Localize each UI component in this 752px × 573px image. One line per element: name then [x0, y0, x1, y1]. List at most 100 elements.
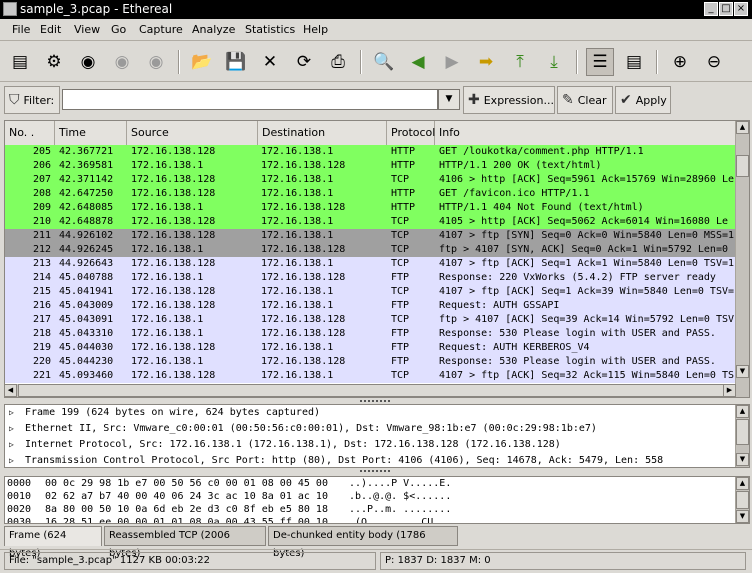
table-row[interactable]: 218 45.043310 172.16.138.1 172.16.138.128 FT…	[5, 327, 735, 341]
table-row[interactable]: 221 45.093460 172.16.138.128 172.16.138.1 TC…	[5, 369, 735, 383]
menu-view[interactable]: View	[74, 23, 100, 36]
expression-button[interactable]: ✚ Expression...	[463, 86, 555, 114]
menu-statistics[interactable]: Statistics	[245, 23, 295, 36]
hex-row[interactable]: 0030 16 28 51 ee 00 00 01 01 08 0a 00 43 …	[5, 516, 749, 523]
hscroll-thumb[interactable]	[18, 384, 724, 397]
colorize-icon[interactable]: ☰	[586, 48, 614, 76]
close-button[interactable]: ×	[734, 2, 748, 16]
tab-dechunked-body[interactable]: De-chunked entity body (1786 bytes)	[268, 526, 458, 559]
forward-arrow-icon[interactable]: ▶	[438, 48, 466, 76]
details-scrollbar[interactable]: ▲ ▼	[735, 405, 749, 467]
column-header-time[interactable]: Time	[55, 121, 127, 145]
cell-time: 45.093460	[59, 370, 114, 381]
column-header-source[interactable]: Source	[127, 121, 258, 145]
detail-row-frame[interactable]: ▷ Frame 199 (624 bytes on wire, 624 bytes…	[5, 405, 749, 421]
filter-input[interactable]	[62, 89, 438, 110]
table-row[interactable]: 212 44.926245 172.16.138.1 172.16.138.128 TC…	[5, 243, 735, 257]
open-folder-icon[interactable]: 📂	[188, 48, 216, 76]
column-header-info[interactable]: Info	[435, 121, 737, 145]
scroll-thumb[interactable]	[736, 419, 749, 445]
packet-list-hscrollbar[interactable]: ◀ ▶	[4, 384, 736, 397]
menu-edit[interactable]: Edit	[40, 23, 61, 36]
print-icon[interactable]: ⎙	[324, 48, 352, 76]
apply-button[interactable]: ✔ Apply	[615, 86, 671, 114]
table-row[interactable]: 215 45.041941 172.16.138.128 172.16.138.1 TC…	[5, 285, 735, 299]
table-row[interactable]: 208 42.647250 172.16.138.128 172.16.138.1 HT…	[5, 187, 735, 201]
scroll-up-arrow[interactable]: ▲	[736, 405, 749, 418]
goto-packet-icon[interactable]: ➡	[472, 48, 500, 76]
detail-row-tcp[interactable]: ▷ Transmission Control Protocol, Src Port…	[5, 453, 749, 467]
scroll-right-arrow[interactable]: ▶	[723, 384, 736, 397]
hex-rows: 0000 00 0c 29 98 1b e7 00 50 56 c0 00 01 …	[5, 477, 749, 523]
find-packet-icon[interactable]: 🔍	[370, 48, 398, 76]
maximize-button[interactable]: □	[719, 2, 733, 16]
zoom-out-icon[interactable]: ⊖	[700, 48, 728, 76]
menu-file[interactable]: File	[12, 23, 30, 36]
scroll-thumb[interactable]	[736, 155, 749, 177]
scroll-down-arrow[interactable]: ▼	[736, 510, 749, 523]
table-row[interactable]: 217 45.043091 172.16.138.1 172.16.138.128 TC…	[5, 313, 735, 327]
detail-row-ip[interactable]: ▷ Internet Protocol, Src: 172.16.138.1 (1…	[5, 437, 749, 453]
menu-go[interactable]: Go	[111, 23, 126, 36]
table-row[interactable]: 209 42.648085 172.16.138.1 172.16.138.128 HT…	[5, 201, 735, 215]
table-row[interactable]: 205 42.367721 172.16.138.128 172.16.138.1 HT…	[5, 145, 735, 159]
menu-help[interactable]: Help	[303, 23, 328, 36]
scroll-up-arrow[interactable]: ▲	[736, 121, 749, 134]
table-row[interactable]: 220 45.044230 172.16.138.1 172.16.138.128 FT…	[5, 355, 735, 369]
column-header-no[interactable]: No. .	[5, 121, 55, 145]
packet-list-scrollbar[interactable]: ▲ ▼	[735, 121, 749, 397]
toolbar-separator	[360, 50, 362, 74]
table-row[interactable]: 210 42.648878 172.16.138.128 172.16.138.1 TC…	[5, 215, 735, 229]
column-header-destination[interactable]: Destination	[258, 121, 387, 145]
hex-row[interactable]: 0000 00 0c 29 98 1b e7 00 50 56 c0 00 01 …	[5, 477, 749, 490]
scroll-left-arrow[interactable]: ◀	[4, 384, 17, 397]
first-packet-icon[interactable]: ⤒	[506, 48, 534, 76]
cell-protocol: HTTP	[391, 202, 416, 213]
auto-scroll-icon[interactable]: ▤	[620, 48, 648, 76]
table-row[interactable]: 206 42.369581 172.16.138.1 172.16.138.128 HT…	[5, 159, 735, 173]
table-row[interactable]: 211 44.926102 172.16.138.128 172.16.138.1 TC…	[5, 229, 735, 243]
hex-scrollbar[interactable]: ▲ ▼	[735, 477, 749, 523]
interfaces-icon[interactable]: ▤	[6, 48, 34, 76]
capture-options-icon[interactable]: ⚙	[40, 48, 68, 76]
clear-button[interactable]: ✎ Clear	[557, 86, 613, 114]
expand-arrow-icon[interactable]: ▷	[9, 453, 14, 467]
table-row[interactable]: 214 45.040788 172.16.138.1 172.16.138.128 FT…	[5, 271, 735, 285]
column-header-protocol[interactable]: Protocol	[387, 121, 435, 145]
tab-frame[interactable]: Frame (624 bytes)	[4, 526, 102, 559]
pane-splitter[interactable]	[360, 470, 390, 474]
save-icon[interactable]: 💾	[222, 48, 250, 76]
scroll-up-arrow[interactable]: ▲	[736, 477, 749, 490]
status-file: File: "sample_3.pcap" 1127 KB 00:03:22	[4, 552, 376, 570]
table-row[interactable]: 219 45.044030 172.16.138.128 172.16.138.1 FT…	[5, 341, 735, 355]
restart-capture-icon[interactable]: ◉	[142, 48, 170, 76]
chevron-down-icon[interactable]: ▼	[438, 89, 460, 110]
expand-arrow-icon[interactable]: ▷	[9, 405, 14, 421]
last-packet-icon[interactable]: ⤓	[540, 48, 568, 76]
start-capture-icon[interactable]: ◉	[74, 48, 102, 76]
reload-icon[interactable]: ⟳	[290, 48, 318, 76]
cell-source: 172.16.138.128	[131, 342, 216, 353]
zoom-in-icon[interactable]: ⊕	[666, 48, 694, 76]
scroll-down-arrow[interactable]: ▼	[736, 365, 749, 378]
table-row[interactable]: 216 45.043009 172.16.138.128 172.16.138.1 FT…	[5, 299, 735, 313]
stop-capture-icon[interactable]: ◉	[108, 48, 136, 76]
cell-no: 214	[32, 272, 51, 283]
table-row[interactable]: 213 44.926643 172.16.138.128 172.16.138.1 TC…	[5, 257, 735, 271]
tab-reassembled-tcp[interactable]: Reassembled TCP (2006 bytes)	[104, 526, 266, 559]
expand-arrow-icon[interactable]: ▷	[9, 421, 14, 437]
scroll-thumb[interactable]	[736, 491, 749, 509]
hex-row[interactable]: 0020 8a 80 00 50 10 0a 6d eb 2e d3 c0 8f …	[5, 503, 749, 516]
menu-analyze[interactable]: Analyze	[192, 23, 235, 36]
minimize-button[interactable]: _	[704, 2, 718, 16]
expand-arrow-icon[interactable]: ▷	[9, 437, 14, 453]
back-arrow-icon[interactable]: ◀	[404, 48, 432, 76]
menu-capture[interactable]: Capture	[139, 23, 183, 36]
detail-row-ethernet[interactable]: ▷ Ethernet II, Src: Vmware_c0:00:01 (00:5…	[5, 421, 749, 437]
close-file-icon[interactable]: ✕	[256, 48, 284, 76]
table-row[interactable]: 207 42.371142 172.16.138.128 172.16.138.1 TC…	[5, 173, 735, 187]
filter-icon: ⛉	[9, 92, 20, 108]
hex-row[interactable]: 0010 02 62 a7 b7 40 00 40 06 24 3c ac 10 …	[5, 490, 749, 503]
scroll-down-arrow[interactable]: ▼	[736, 453, 749, 466]
filter-button[interactable]: ⛉ Filter:	[4, 86, 60, 114]
